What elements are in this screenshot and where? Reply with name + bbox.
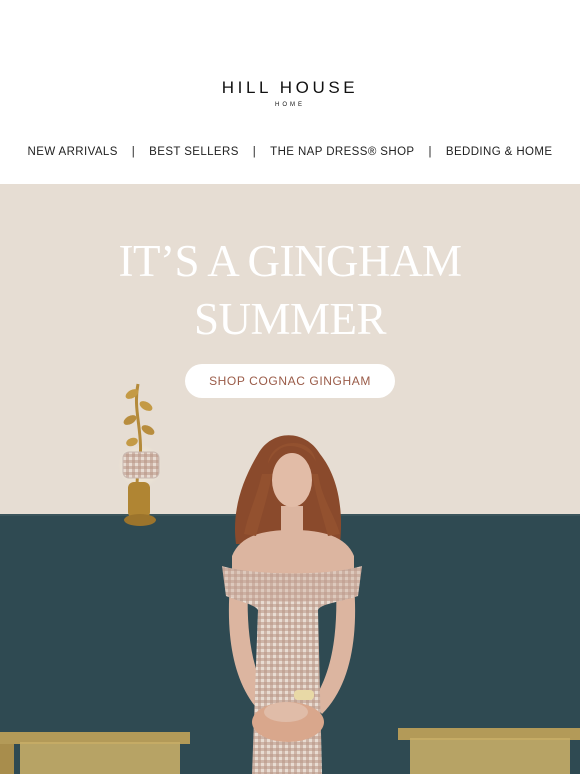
brand-name: HILL HOUSE xyxy=(221,78,359,97)
shop-cognac-gingham-button[interactable]: SHOP COGNAC GINGHAM xyxy=(185,364,395,398)
hero-banner[interactable]: IT’S A GINGHAM SUMMER SHOP COGNAC GINGHA… xyxy=(0,184,580,774)
brand-subtitle: HOME xyxy=(275,102,305,108)
hero-headline-line2: SUMMER xyxy=(193,294,387,344)
nav-separator: | xyxy=(131,146,136,158)
email-header: HILL HOUSE HOME NEW ARRIVALS | BEST SELL… xyxy=(0,0,580,184)
main-nav: NEW ARRIVALS | BEST SELLERS | THE NAP DR… xyxy=(0,146,580,158)
chair-left xyxy=(0,732,190,774)
nav-best-sellers[interactable]: BEST SELLERS xyxy=(149,146,239,158)
nav-separator: | xyxy=(428,146,432,158)
nav-new-arrivals[interactable]: NEW ARRIVALS xyxy=(28,146,118,158)
nav-bedding-home[interactable]: BEDDING & HOME xyxy=(446,146,553,158)
chair-right xyxy=(398,728,580,774)
nav-separator: | xyxy=(252,146,257,158)
hero-headline: IT’S A GINGHAM SUMMER xyxy=(0,232,580,348)
nav-nap-dress-shop[interactable]: THE NAP DRESS® SHOP xyxy=(270,146,414,158)
brand-logo[interactable]: HILL HOUSE HOME xyxy=(0,78,580,108)
hero-headline-line1: IT’S A GINGHAM xyxy=(118,236,462,286)
